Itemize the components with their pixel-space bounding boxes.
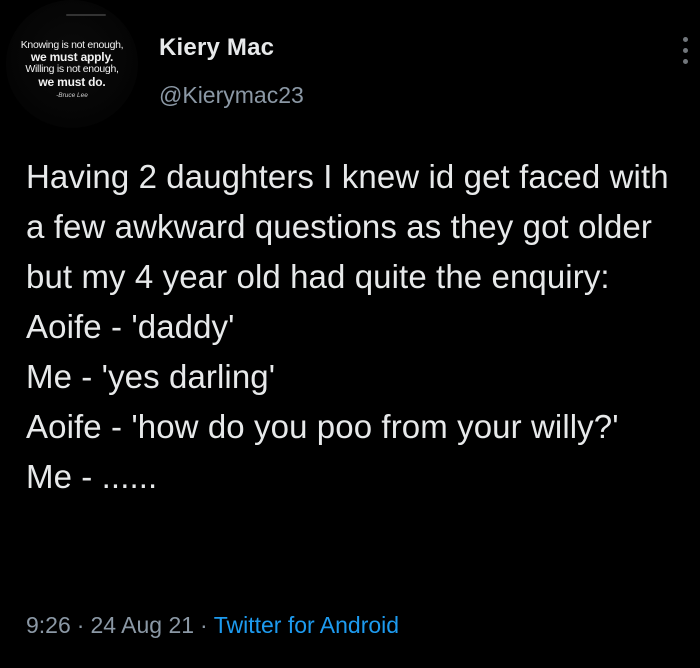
avatar-quote-line4: we must do. [38, 74, 106, 89]
avatar[interactable]: Knowing is not enough, we must apply. Wi… [6, 0, 138, 128]
avatar-decoration [66, 14, 106, 16]
tweet-source-link[interactable]: Twitter for Android [214, 612, 399, 638]
avatar-quote-attribution: -Bruce Lee [56, 91, 88, 99]
tweet-date[interactable]: 24 Aug 21 [90, 612, 194, 638]
avatar-quote-line3: Willing is not enough, [25, 63, 119, 76]
display-name[interactable]: Kiery Mac [159, 34, 274, 62]
avatar-quote: Knowing is not enough, we must apply. Wi… [6, 39, 138, 99]
tweet-metadata: 9:26 · 24 Aug 21 · Twitter for Android [26, 612, 399, 639]
meta-separator: · [76, 612, 85, 638]
user-handle[interactable]: @Kierymac23 [159, 82, 304, 109]
meta-separator: · [200, 612, 208, 638]
more-dot [683, 48, 688, 53]
tweet-text: Having 2 daughters I knew id get faced w… [26, 158, 669, 495]
more-vertical-icon[interactable] [678, 34, 692, 68]
more-dot [683, 37, 688, 42]
tweet-time[interactable]: 9:26 [26, 612, 71, 638]
more-dot [683, 59, 688, 64]
